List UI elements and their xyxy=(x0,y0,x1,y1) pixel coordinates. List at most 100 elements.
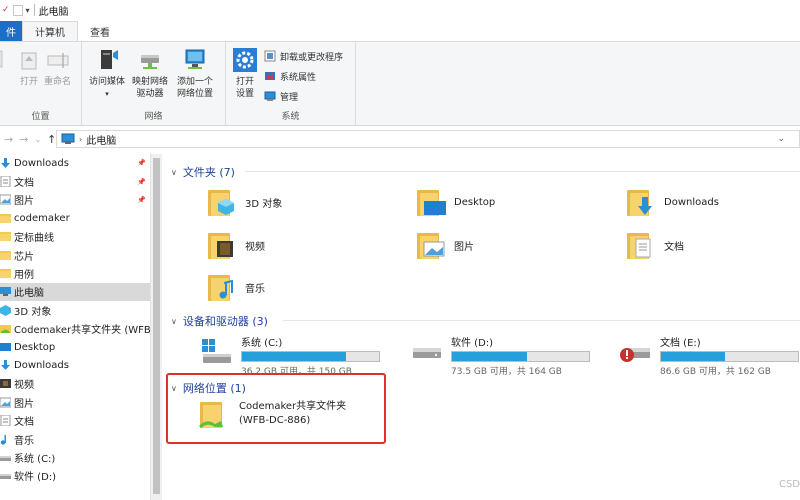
drive-name: 系统 (C:) xyxy=(241,338,283,349)
access-media-button[interactable]: 访问媒体 ▾ xyxy=(89,47,125,100)
sidebar-item-label: 定标曲线 xyxy=(14,233,54,245)
address-dropdown-icon[interactable]: ⌄ xyxy=(777,134,785,144)
breadcrumb[interactable]: 此电脑 xyxy=(86,132,116,147)
pin-icon[interactable]: 📌 xyxy=(137,159,146,167)
sidebar-scrollbar[interactable] xyxy=(150,154,162,500)
folder-music[interactable]: 音乐 xyxy=(205,271,265,303)
customize-toolbar-arrow-icon[interactable]: ▾ xyxy=(26,6,30,15)
network-share-name: Codemaker共享文件夹 xyxy=(239,401,347,412)
sidebar-item-icon xyxy=(1,157,10,168)
sidebar-item-folder[interactable]: 文档 📌 xyxy=(0,172,150,190)
tab-computer[interactable]: 计算机 xyxy=(22,21,78,41)
desktop-folder-icon xyxy=(414,186,448,218)
sidebar-item-folder[interactable]: 芯片 xyxy=(0,246,150,264)
access-media-label: 访问媒体 xyxy=(89,77,126,87)
back-arrow-icon[interactable]: → xyxy=(4,133,13,146)
network-share-item[interactable]: Codemaker共享文件夹 (WFB-DC-886) xyxy=(197,398,346,430)
folders-section-header[interactable]: ∨ 文件夹 (7) xyxy=(171,164,235,180)
tab-file[interactable]: 件 xyxy=(0,21,22,41)
sidebar-item-icon xyxy=(0,342,11,351)
sidebar-item-folder[interactable]: 图片 📌 xyxy=(0,191,150,209)
properties-check-icon[interactable]: ✓ xyxy=(2,5,10,15)
folder-pictures[interactable]: 图片 xyxy=(414,229,474,261)
sidebar-item-3d[interactable]: 3D 对象 xyxy=(0,301,150,319)
uninstall-program-button[interactable]: 卸载或更改程序 xyxy=(264,48,343,64)
sidebar-item-label: Codemaker共享文件夹 (WFB- xyxy=(14,325,150,337)
breadcrumb-chevron-icon[interactable]: › xyxy=(79,135,82,144)
drive-name: 文档 (E:) xyxy=(660,338,701,349)
sidebar-item-icon xyxy=(0,176,11,188)
forward-arrow-icon[interactable]: → xyxy=(19,133,28,146)
sidebar-scroll-thumb[interactable] xyxy=(153,158,160,494)
sidebar-item-label: 文档 xyxy=(14,417,34,429)
folder-downloads[interactable]: Downloads xyxy=(624,186,719,218)
rename-button[interactable]: 重命名 xyxy=(44,47,71,88)
up-arrow-icon[interactable]: ↑ xyxy=(47,133,56,146)
open-settings-button[interactable]: 打开 设置 xyxy=(232,47,258,100)
3d-objects-folder-icon xyxy=(205,186,239,218)
network-share-folder-icon xyxy=(197,398,231,430)
drive-usage-fill xyxy=(661,352,726,361)
collapse-chevron-icon[interactable]: ∨ xyxy=(171,168,177,177)
add-network-location-button[interactable]: 添加一个 网络位置 xyxy=(177,47,213,100)
sidebar-item-label: codemaker xyxy=(14,212,70,224)
system-properties-button[interactable]: 系统属性 xyxy=(264,68,343,84)
window-title: 此电脑 xyxy=(38,6,69,18)
sidebar-item-folder[interactable]: 图片 xyxy=(0,393,150,411)
open-button[interactable]: 打开 xyxy=(16,47,42,88)
uninstall-icon xyxy=(264,50,276,62)
downloads-folder-icon xyxy=(624,186,658,218)
recent-chevron-icon[interactable]: ⌄ xyxy=(34,135,41,144)
address-bar[interactable]: › 此电脑 ⌄ xyxy=(56,130,800,148)
folder-documents[interactable]: 文档 xyxy=(624,229,684,261)
sidebar-item-label: 图片 xyxy=(14,196,34,208)
folder-videos[interactable]: 视频 xyxy=(205,229,265,261)
sidebar-item-label: 系统 (C:) xyxy=(14,453,56,465)
new-folder-icon[interactable] xyxy=(12,4,23,16)
sidebar-item-folder[interactable]: 定标曲线 xyxy=(0,228,150,246)
map-network-drive-button[interactable]: 映射网络 驱动器 xyxy=(132,47,168,100)
sidebar-item-desktop[interactable]: Desktop xyxy=(0,338,150,356)
hard-drive-warning-icon xyxy=(618,336,652,366)
collapse-chevron-icon[interactable]: ∨ xyxy=(171,317,177,326)
drive-usage-bar xyxy=(241,351,380,362)
section-divider xyxy=(283,320,800,321)
drives-section-header[interactable]: ∨ 设备和驱动器 (3) xyxy=(171,313,268,329)
computer-manage-icon xyxy=(264,91,276,101)
drive-e[interactable]: 文档 (E:) 86.6 GB 可用，共 162 GB xyxy=(618,334,799,377)
sidebar-item-label: 此电脑 xyxy=(14,288,44,300)
pin-icon[interactable]: 📌 xyxy=(137,196,146,204)
sidebar-item-folder[interactable]: 此电脑 xyxy=(0,282,150,302)
folder-desktop[interactable]: Desktop xyxy=(414,186,495,218)
sidebar-item-icon xyxy=(0,397,11,408)
sidebar-item-codemaker[interactable]: codemaker xyxy=(0,209,150,227)
sidebar-item-folder[interactable]: 用例 xyxy=(0,264,150,282)
sidebar-item-downloads[interactable]: Downloads 📌 xyxy=(0,154,150,172)
folder-label: Downloads xyxy=(664,196,719,208)
location-group-label: 位置 xyxy=(31,112,50,122)
network-location-icon xyxy=(182,47,208,73)
network-drive-icon xyxy=(137,47,163,73)
folder-3d-objects[interactable]: 3D 对象 xyxy=(205,186,282,218)
folders-section-title: 文件夹 (7) xyxy=(182,166,235,179)
pin-icon[interactable]: 📌 xyxy=(137,178,146,186)
sidebar-item-icon xyxy=(0,304,11,316)
sidebar-item-folder[interactable]: 音乐 xyxy=(0,430,150,448)
sidebar-item-c[interactable]: 系统 (C:) xyxy=(0,448,150,466)
network-share-host: (WFB-DC-886) xyxy=(239,415,311,426)
sidebar-item-d[interactable]: 软件 (D:) xyxy=(0,467,150,485)
drive-d[interactable]: 软件 (D:) 73.5 GB 可用，共 164 GB xyxy=(409,334,590,377)
folder-label: Desktop xyxy=(454,196,496,208)
sidebar-item-folder[interactable]: 视频 xyxy=(0,375,150,393)
folder-label: 3D 对象 xyxy=(245,198,283,210)
sidebar-item-downloads[interactable]: Downloads xyxy=(0,356,150,374)
sidebar-item-folder[interactable]: 文档 xyxy=(0,411,150,429)
manage-button[interactable]: 管理 xyxy=(264,88,343,104)
sidebar-item-label: Desktop xyxy=(14,341,56,353)
sidebar-item-codemaker-wfb[interactable]: Codemaker共享文件夹 (WFB- xyxy=(0,320,150,338)
tab-view[interactable]: 查看 xyxy=(78,21,122,41)
drive-c[interactable]: 系统 (C:) 36.2 GB 可用，共 150 GB xyxy=(199,334,380,377)
add-location-label-1: 添加一个 xyxy=(177,77,214,87)
sidebar-item-icon xyxy=(0,269,11,279)
pictures-folder-icon xyxy=(414,229,448,261)
